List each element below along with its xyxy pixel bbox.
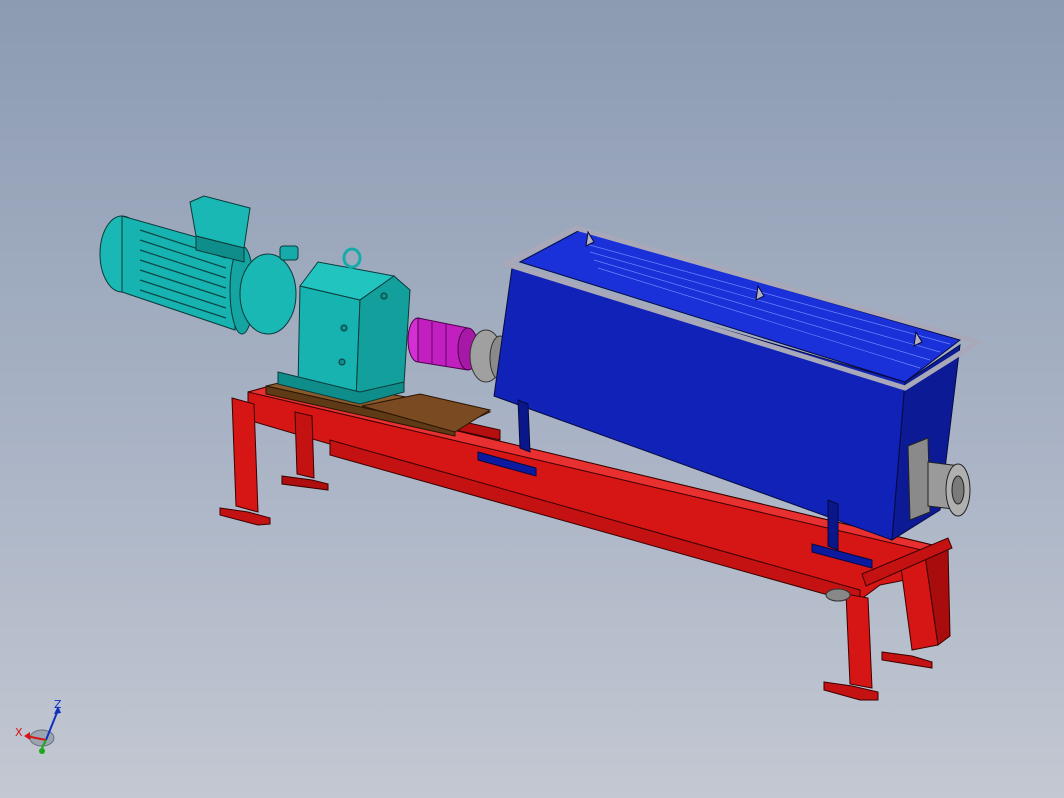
x-axis-arrow	[24, 732, 30, 740]
hopper-rib	[827, 499, 839, 551]
frame-leg-left-rear	[294, 411, 315, 479]
frame-foot-left-rear	[281, 475, 329, 491]
cad-viewport[interactable]: Z X	[0, 0, 1064, 798]
hopper-rib	[517, 399, 531, 453]
frame-leg-left-front	[231, 397, 259, 513]
reducer-lifting-eye	[342, 247, 362, 269]
model-3d-view[interactable]	[0, 0, 1064, 798]
reducer-bolt	[338, 358, 346, 366]
gear-reducer[interactable]	[239, 245, 411, 405]
shaft-coupling[interactable]	[407, 317, 479, 371]
reducer-oil-plug	[279, 245, 299, 261]
reducer-bolt	[340, 324, 348, 332]
frame-foot-left-front	[219, 507, 271, 526]
frame-leg-right-front	[845, 593, 873, 689]
y-axis-dot	[39, 748, 45, 754]
frame-foot-right-rear	[881, 651, 933, 669]
reducer-input-housing	[239, 253, 297, 335]
z-axis-label: Z	[54, 698, 62, 711]
drain-plug	[825, 588, 851, 602]
x-axis-label: X	[15, 726, 23, 739]
reducer-bolt	[380, 292, 388, 300]
electric-motor[interactable]	[99, 195, 255, 335]
axis-triad[interactable]: Z X	[8, 696, 72, 760]
